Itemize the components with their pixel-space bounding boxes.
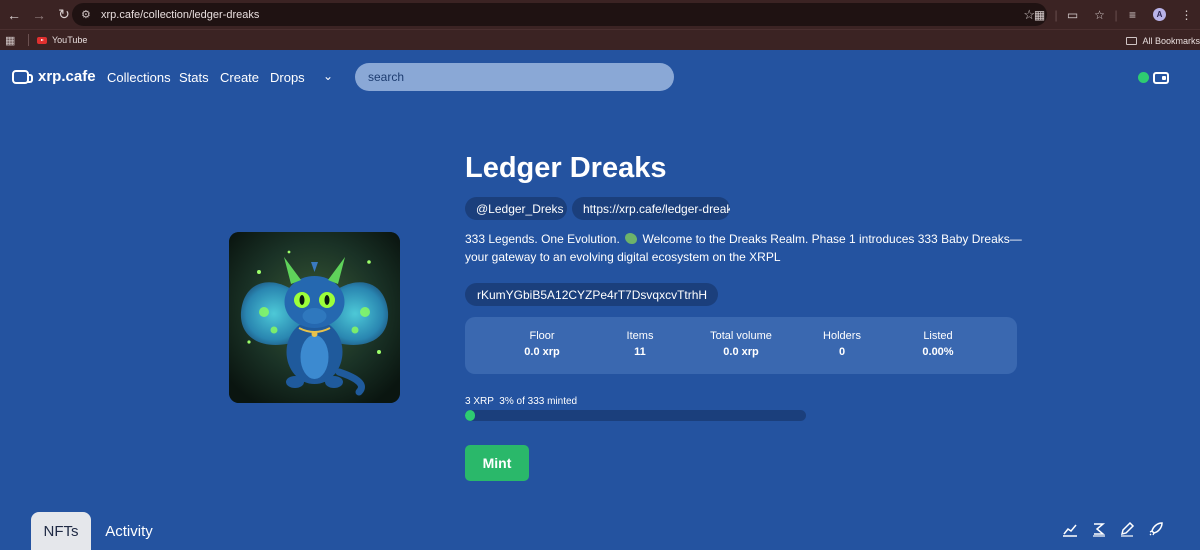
folder-icon <box>1126 36 1138 45</box>
stat-value: 0 <box>838 346 846 358</box>
nav-drops[interactable]: Drops <box>270 70 305 85</box>
mint-progress-text: 3 XRP 3% of 333 minted <box>465 396 578 407</box>
stat-value: 0.00% <box>922 346 954 358</box>
stat-label: Listed <box>923 330 953 342</box>
logo-text: xrp.cafe <box>38 68 96 85</box>
url-text: xrp.cafe/collection/ledger-dreaks <box>101 8 260 21</box>
cast-icon[interactable]: ▭ <box>1059 4 1086 26</box>
extensions-icon[interactable]: ▦ <box>1026 4 1053 26</box>
collection-description: 333 Legends. One Evolution. Welcome to t… <box>465 231 1025 266</box>
youtube-icon <box>37 36 47 44</box>
stat-value: 0.0 xrp <box>524 346 560 358</box>
wallet-button[interactable] <box>1138 69 1176 86</box>
stat-label: Holders <box>823 330 861 342</box>
bookmarks-bar: ▦ YouTube All Bookmarks <box>0 29 1200 50</box>
edit-icon[interactable] <box>1119 521 1135 537</box>
browser-actions: ▦ | ▭ ☆ | ≡ A ⋮ <box>1026 0 1200 29</box>
apps-icon[interactable]: ▦ <box>5 34 19 47</box>
stat-floor: Floor 0.0 xrp <box>492 330 592 358</box>
back-icon[interactable]: ← <box>3 4 25 26</box>
address-bar[interactable]: ⚙ xrp.cafe/collection/ledger-dreaks ☆ <box>72 3 1047 26</box>
bookmark-youtube[interactable]: YouTube <box>52 35 87 45</box>
sweep-icon[interactable] <box>1091 521 1107 537</box>
nav-collections[interactable]: Collections <box>107 70 171 85</box>
forward-icon[interactable]: → <box>28 4 50 26</box>
site-settings-icon[interactable]: ⚙ <box>81 8 95 21</box>
tab-activity[interactable]: Activity <box>101 512 157 550</box>
twitter-handle-link[interactable]: @Ledger_Dreks <box>465 197 567 220</box>
nav-create[interactable]: Create <box>220 70 259 85</box>
issuer-address[interactable]: rKumYGbiB5A12CYZPe4rT7DsvqxcvTtrhH <box>465 283 718 306</box>
favorites-icon[interactable]: ☆ <box>1086 4 1113 26</box>
stat-holders: Holders 0 <box>792 330 892 358</box>
search-input[interactable]: search <box>355 63 674 91</box>
site-logo[interactable]: xrp.cafe <box>12 68 96 85</box>
profile-button[interactable]: A <box>1146 4 1173 26</box>
stat-value: 0.0 xrp <box>723 346 759 358</box>
nav-stats[interactable]: Stats <box>179 70 209 85</box>
collection-title: Ledger Dreaks <box>465 152 667 184</box>
connected-status-icon <box>1138 72 1149 83</box>
browser-toolbar: ← → ↻ ⚙ xrp.cafe/collection/ledger-dreak… <box>0 0 1200 29</box>
description-intro: 333 Legends. One Evolution. <box>465 232 620 246</box>
website-link[interactable]: https://xrp.cafe/ledger-dreaks <box>572 197 730 220</box>
reading-list-icon[interactable]: ≡ <box>1119 4 1146 26</box>
wallet-icon <box>1153 71 1169 84</box>
stat-listed: Listed 0.00% <box>888 330 988 358</box>
all-bookmarks-label: All Bookmarks <box>1142 35 1200 46</box>
stats-panel: Floor 0.0 xrp Items 11 Total volume 0.0 … <box>465 317 1017 374</box>
dragon-emoji-icon <box>625 233 638 244</box>
menu-icon[interactable]: ⋮ <box>1173 4 1200 26</box>
chevron-down-icon[interactable]: ⌄ <box>323 69 333 83</box>
rocket-icon[interactable] <box>1148 521 1164 537</box>
all-bookmarks-button[interactable]: All Bookmarks <box>1126 30 1200 51</box>
divider <box>28 34 29 46</box>
tab-nfts[interactable]: NFTs <box>31 512 91 550</box>
stat-items: Items 11 <box>590 330 690 358</box>
stat-label: Items <box>626 330 654 342</box>
dragon-artwork <box>229 232 400 403</box>
chart-icon[interactable] <box>1062 521 1078 537</box>
stat-label: Floor <box>529 330 555 342</box>
mint-progress-fill <box>465 410 476 421</box>
stat-total-volume: Total volume 0.0 xrp <box>691 330 791 358</box>
mint-progress-bar <box>465 410 806 421</box>
cup-icon <box>12 69 33 84</box>
mint-button[interactable]: Mint <box>465 445 529 481</box>
collection-image <box>229 232 400 403</box>
site-header: xrp.cafe Collections Stats Create Drops … <box>0 51 1200 103</box>
avatar: A <box>1153 8 1166 21</box>
stat-value: 11 <box>634 346 646 358</box>
stat-label: Total volume <box>710 330 772 342</box>
